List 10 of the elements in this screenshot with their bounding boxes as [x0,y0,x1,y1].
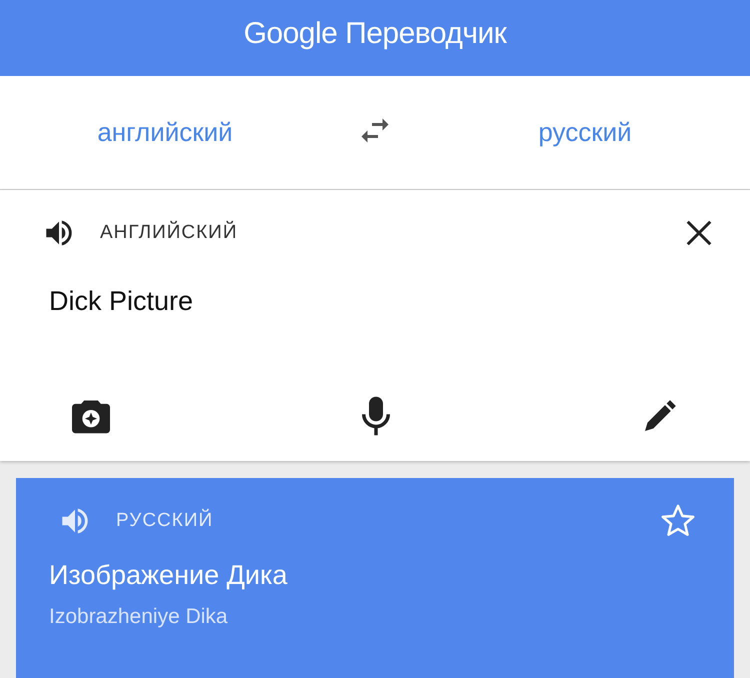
close-icon[interactable] [684,218,714,248]
app-title: Google Переводчик [244,16,506,51]
result-language: РУССКИЙ [116,510,214,532]
input-language: АНГЛИЙСКИЙ [100,222,238,244]
target-language[interactable]: русский [530,112,640,152]
input-text[interactable]: Dick Picture [0,254,750,395]
source-language[interactable]: английский [89,112,241,152]
translation-text: Изображение Дика [48,558,288,591]
microphone-icon[interactable] [359,394,393,437]
transliteration-text: Izobrazheniye Dika [48,604,229,629]
